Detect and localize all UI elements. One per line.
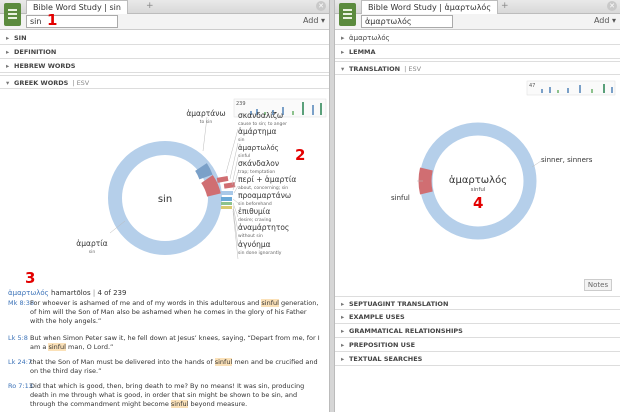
marker-1: 1	[47, 11, 58, 29]
section-hebrew-words[interactable]: ▸ HEBREW WORDS	[0, 59, 329, 73]
center-word: ἁμαρτωλός	[449, 174, 507, 186]
section-lemma[interactable]: ▸ LEMMA	[335, 45, 620, 59]
add-menu[interactable]: Add ▾	[594, 16, 616, 25]
tab-bar: Bible Word Study | ἁμαρτωλός + ✕	[335, 0, 620, 15]
section-septuagint-translation[interactable]: ▸ SEPTUAGINT TRANSLATION	[335, 296, 620, 310]
word-label-hamartia[interactable]: ἁμαρτίαsin	[76, 239, 107, 255]
guide-icon[interactable]	[4, 3, 21, 26]
slice-marker[interactable]	[221, 206, 232, 209]
slice-marker[interactable]	[221, 202, 232, 205]
section-lemma-word[interactable]: ▸ ἁμαρτωλός	[335, 31, 620, 45]
left-panel: Bible Word Study | sin + ✕ Add ▾ 1 ▸SIN …	[0, 0, 330, 412]
notes-button[interactable]: Notes	[584, 279, 612, 291]
section-translation[interactable]: ▾ TRANSLATION | ESV	[335, 61, 620, 75]
section-preposition-use[interactable]: ▸ PREPOSITION USE	[335, 338, 620, 352]
word-label-peri-hamartia[interactable]: περί + ἁμαρτίαabout, concerning; sin	[238, 175, 296, 191]
donut-slice-hamartolos[interactable]	[201, 175, 221, 197]
section-greek-words[interactable]: ▾ GREEK WORDS | ESV	[0, 75, 329, 89]
right-panel: Bible Word Study | ἁμαρτωλός + ✕ Add ▾ ▸…	[334, 0, 620, 412]
svg-text:προαμαρτάνω: προαμαρτάνω	[238, 191, 291, 200]
passage-text: But when Simon Peter saw it, he fell dow…	[30, 334, 320, 351]
section-grammatical-relationships[interactable]: ▸ GRAMMATICAL RELATIONSHIPS	[335, 324, 620, 338]
chart-center-label: sin	[158, 194, 172, 205]
svg-text:σκάνδαλον: σκάνδαλον	[238, 159, 279, 168]
donut-slice-sinful[interactable]	[418, 167, 433, 195]
svg-text:sin: sin	[238, 137, 245, 143]
word-label-agnoema[interactable]: ἀγνόημαsin done ignorantly	[238, 240, 282, 256]
svg-text:sin: sin	[89, 249, 96, 255]
section-textual-searches[interactable]: ▸ TEXTUAL SEARCHES	[335, 352, 620, 366]
add-menu[interactable]: Add ▾	[303, 16, 325, 25]
translation-chart[interactable]: 47 ἁμαρτωλός sinful sinner, sinners sinf…	[335, 77, 620, 277]
passage-text: Did that which is good, then, bring deat…	[30, 382, 305, 408]
section-sin[interactable]: ▸ SIN	[0, 31, 329, 45]
passage-text: that the Son of Man must be delivered in…	[30, 358, 318, 375]
close-panel-icon[interactable]: ✕	[607, 1, 617, 11]
svg-text:47: 47	[529, 83, 535, 89]
word-label-epithymia[interactable]: ἐπιθυμίαdesire; craving	[238, 207, 272, 223]
word-label-proamartano[interactable]: προαμαρτάνωsin beforehand	[238, 191, 291, 207]
label-sinner[interactable]: sinner, sinners	[541, 156, 593, 164]
new-tab-icon[interactable]: +	[501, 1, 509, 11]
svg-text:sin done ignorantly: sin done ignorantly	[238, 250, 282, 256]
svg-text:ἀγνόημα: ἀγνόημα	[238, 240, 271, 249]
toolbar: Add ▾	[335, 14, 620, 30]
marker-3: 3	[25, 269, 36, 287]
word-label-skandalon[interactable]: σκάνδαλονtrap; temptation	[238, 159, 279, 175]
svg-text:ἁμάρτημα: ἁμάρτημα	[238, 127, 276, 136]
svg-text:περί + ἁμαρτία: περί + ἁμαρτία	[238, 175, 296, 184]
svg-text:ἁμαρτωλός: ἁμαρτωλός	[238, 144, 279, 152]
guide-icon[interactable]	[339, 3, 356, 26]
greek-words-chart[interactable]: sin 239 ἁμαρτάνωto sin σκανδαλίζωcause t…	[0, 91, 330, 271]
word-label-hamartano[interactable]: ἁμαρτάνωto sin	[186, 109, 225, 125]
selection-header: ἁμαρτωλός hamartōlos | 4 of 239	[8, 289, 127, 297]
svg-text:σκανδαλίζω: σκανδαλίζω	[238, 111, 283, 120]
passage-ref[interactable]: Lk 5:8	[8, 334, 28, 342]
selection-word-link[interactable]: ἁμαρτωλός	[8, 289, 49, 297]
search-input[interactable]	[361, 15, 453, 28]
svg-text:ἀναμάρτητος: ἀναμάρτητος	[238, 223, 289, 232]
svg-text:without sin: without sin	[238, 233, 263, 239]
svg-text:ἁμαρτία: ἁμαρτία	[76, 239, 107, 248]
svg-text:to sin: to sin	[200, 119, 213, 125]
marker-4: 4	[473, 194, 484, 212]
close-panel-icon[interactable]: ✕	[316, 1, 326, 11]
slice-marker[interactable]	[221, 191, 233, 195]
slice-marker[interactable]	[216, 175, 229, 183]
search-input[interactable]	[26, 15, 118, 28]
tab-bible-word-study-hamartolos[interactable]: Bible Word Study | ἁμαρτωλός	[361, 0, 499, 15]
marker-2: 2	[295, 146, 306, 164]
label-sinful[interactable]: sinful	[391, 194, 410, 202]
donut-slice-hamartano[interactable]	[195, 163, 213, 180]
frequency-sparkline: 47	[526, 80, 616, 96]
slice-marker[interactable]	[221, 197, 232, 201]
new-tab-icon[interactable]: +	[146, 1, 154, 11]
word-label-anamartetos[interactable]: ἀναμάρτητοςwithout sin	[238, 223, 289, 239]
center-gloss: sinful	[471, 187, 486, 193]
svg-text:ἐπιθυμία: ἐπιθυμία	[238, 207, 270, 216]
passage-ref[interactable]: Lk 24:7	[8, 358, 32, 366]
word-label-hamartolos[interactable]: ἁμαρτωλόςsinful	[238, 144, 279, 159]
tab-bible-word-study-sin[interactable]: Bible Word Study | sin	[26, 0, 128, 15]
word-label-hamartema[interactable]: ἁμάρτημαsin	[238, 127, 276, 143]
section-example-uses[interactable]: ▸ EXAMPLE USES	[335, 310, 620, 324]
svg-text:ἁμαρτάνω: ἁμαρτάνω	[186, 109, 225, 118]
section-definition[interactable]: ▸ DEFINITION	[0, 45, 329, 59]
svg-text:239: 239	[236, 101, 246, 107]
word-label-skandalizo[interactable]: σκανδαλίζωcause to sin; to anger	[238, 111, 287, 127]
passage-text: For whoever is ashamed of me and of my w…	[30, 299, 319, 325]
